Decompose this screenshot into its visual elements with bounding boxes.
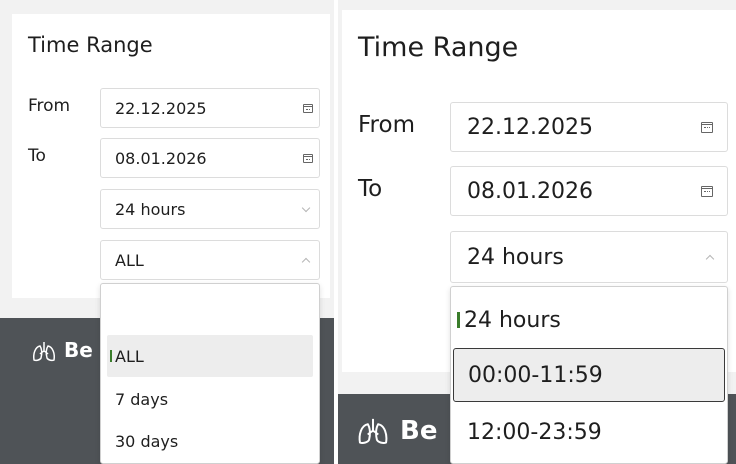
to-date-value: 08.01.2026 xyxy=(467,178,593,204)
lungs-icon xyxy=(33,342,55,362)
option-label: ALL xyxy=(115,346,144,366)
duration-select[interactable]: 24 hours xyxy=(100,189,320,229)
calendar-icon[interactable] xyxy=(303,104,313,113)
option-label: 12:00-23:59 xyxy=(467,419,602,445)
selection-indicator xyxy=(110,350,112,362)
section-title: Time Range xyxy=(28,33,153,57)
to-date-input[interactable]: 08.01.2026 xyxy=(100,138,320,178)
option-label: 24 hours xyxy=(464,307,561,333)
time-range-panel-large: Time Range From To 22.12.2025 08.01.2026… xyxy=(338,0,736,464)
calendar-icon[interactable] xyxy=(303,154,313,163)
duration-dropdown-menu: 24 hours 00:00-11:59 12:00-23:59 xyxy=(450,286,728,464)
dropdown-option-all[interactable]: ALL xyxy=(107,335,313,377)
duration-value: 24 hours xyxy=(467,244,564,270)
from-label: From xyxy=(28,96,71,116)
calendar-icon[interactable] xyxy=(701,122,713,133)
to-label: To xyxy=(28,146,46,166)
option-label: 7 days xyxy=(115,389,169,409)
dropdown-option-12-00-23-59[interactable]: 12:00-23:59 xyxy=(451,405,727,459)
chevron-down-icon xyxy=(301,203,311,213)
dropdown-option-7-days[interactable]: 7 days xyxy=(101,379,319,419)
dropdown-option-empty[interactable] xyxy=(101,286,319,334)
calendar-icon[interactable] xyxy=(701,186,713,197)
dropdown-option-00-00-11-59[interactable]: 00:00-11:59 xyxy=(453,348,725,402)
section-title: Time Range xyxy=(358,32,519,63)
option-label: 00:00-11:59 xyxy=(468,362,603,388)
from-date-input[interactable]: 22.12.2025 xyxy=(100,88,320,128)
selection-indicator xyxy=(457,312,460,328)
lungs-icon xyxy=(358,418,388,444)
duration-value: 24 hours xyxy=(115,199,186,219)
period-dropdown-menu: ALL 7 days 30 days xyxy=(100,283,320,464)
from-date-value: 22.12.2025 xyxy=(115,98,207,118)
from-date-value: 22.12.2025 xyxy=(467,114,593,140)
brand-text: Be xyxy=(64,338,93,362)
dropdown-option-30-days[interactable]: 30 days xyxy=(101,421,319,461)
chevron-up-icon xyxy=(705,254,715,264)
period-select[interactable]: ALL xyxy=(100,240,320,280)
option-label: 30 days xyxy=(115,431,179,451)
time-range-panel-small: Time Range From To 22.12.2025 08.01.2026… xyxy=(0,0,334,464)
chevron-up-icon xyxy=(301,257,311,267)
to-date-value: 08.01.2026 xyxy=(115,148,207,168)
from-label: From xyxy=(358,112,415,138)
dropdown-option-24-hours[interactable]: 24 hours xyxy=(451,293,727,347)
period-value: ALL xyxy=(115,250,144,270)
to-label: To xyxy=(358,176,383,202)
duration-select[interactable]: 24 hours xyxy=(450,231,728,283)
to-date-input[interactable]: 08.01.2026 xyxy=(450,166,728,216)
from-date-input[interactable]: 22.12.2025 xyxy=(450,102,728,152)
brand-text: Be xyxy=(400,416,438,446)
